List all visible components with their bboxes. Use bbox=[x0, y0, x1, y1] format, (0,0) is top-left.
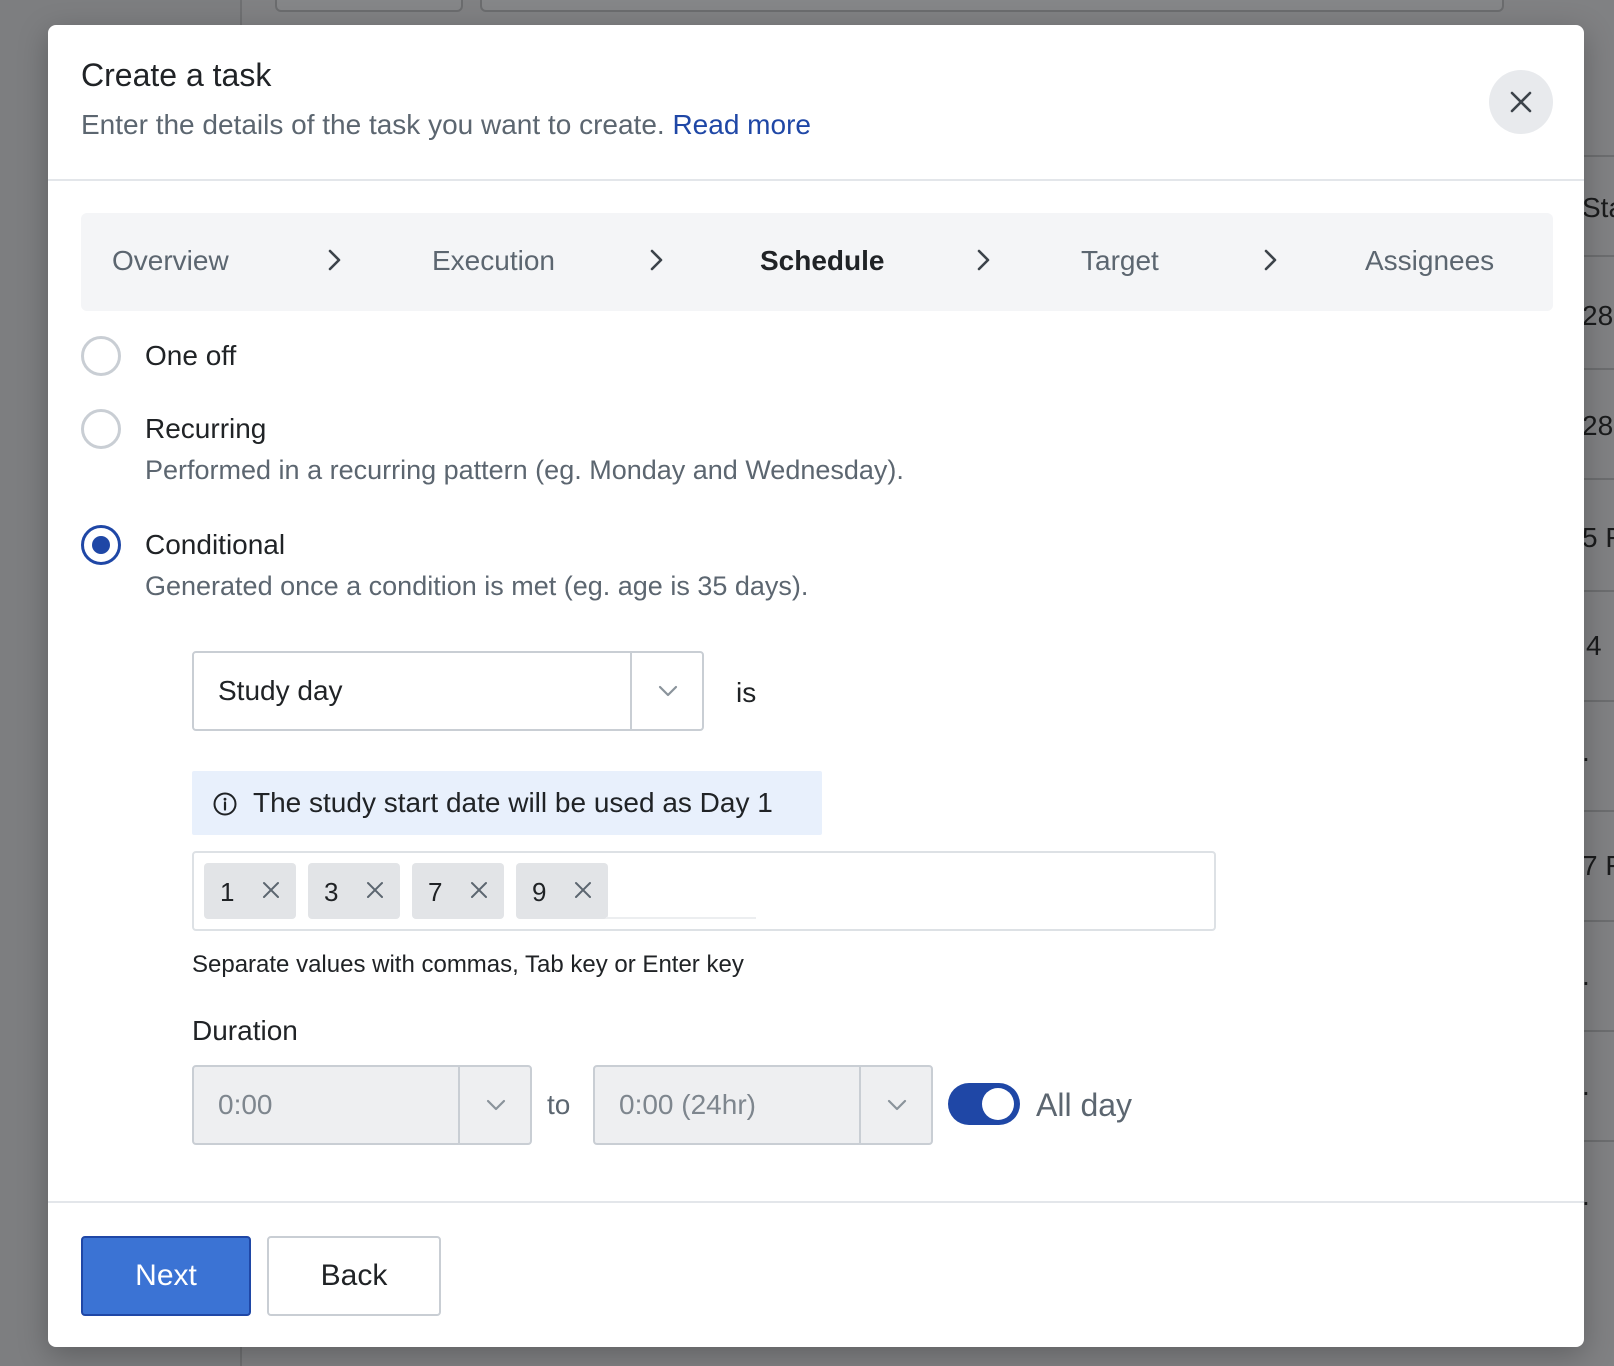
duration-to-label: to bbox=[547, 1089, 571, 1120]
background-divider bbox=[1582, 920, 1614, 922]
background-text: 28 bbox=[1582, 300, 1614, 331]
background-text: 5 F bbox=[1582, 522, 1614, 553]
background-divider bbox=[1582, 155, 1614, 157]
condition-operator: is bbox=[736, 677, 757, 708]
tag-text-entry[interactable] bbox=[606, 917, 756, 919]
chevron-down-icon bbox=[486, 1099, 506, 1111]
step-overview[interactable]: Overview bbox=[112, 245, 229, 277]
study-day-tags-input[interactable]: 1 3 7 9 bbox=[192, 851, 1216, 931]
select-divider bbox=[630, 653, 632, 729]
step-navigator: Overview Execution Schedule Target Assig… bbox=[81, 213, 1553, 311]
condition-field-value: Study day bbox=[218, 675, 343, 706]
close-icon[interactable] bbox=[468, 879, 490, 901]
condition-field-select[interactable]: Study day bbox=[192, 651, 704, 731]
chevron-down-icon bbox=[887, 1099, 907, 1111]
background-field bbox=[480, 0, 1504, 12]
tag-chip: 9 bbox=[516, 863, 608, 919]
recurring-radio[interactable] bbox=[81, 409, 121, 449]
background-divider bbox=[1582, 1030, 1614, 1032]
duration-end-select[interactable]: 0:00 (24hr) bbox=[593, 1065, 933, 1145]
dialog-subtitle-text: Enter the details of the task you want t… bbox=[81, 109, 665, 140]
background-text: Sta bbox=[1582, 192, 1614, 223]
background-text: 28 bbox=[1582, 410, 1614, 441]
background-text: . bbox=[1582, 960, 1590, 991]
all-day-toggle[interactable] bbox=[948, 1083, 1020, 1125]
background-text: 4 bbox=[1586, 630, 1602, 661]
background-text: . bbox=[1582, 1180, 1590, 1211]
chevron-right-icon bbox=[328, 249, 341, 271]
close-button[interactable] bbox=[1489, 70, 1553, 134]
tag-value: 1 bbox=[220, 877, 235, 907]
tag-chip: 1 bbox=[204, 863, 296, 919]
conditional-radio[interactable] bbox=[81, 525, 121, 565]
chevron-right-icon bbox=[650, 249, 663, 271]
background-divider bbox=[1582, 810, 1614, 812]
background-divider bbox=[1582, 700, 1614, 702]
toggle-knob bbox=[982, 1088, 1014, 1120]
info-banner-text: The study start date will be used as Day… bbox=[253, 787, 773, 818]
background-divider bbox=[1582, 590, 1614, 592]
tag-value: 9 bbox=[532, 877, 547, 907]
background-text: . bbox=[1582, 736, 1590, 767]
tag-chip: 3 bbox=[308, 863, 400, 919]
one-off-label[interactable]: One off bbox=[145, 340, 236, 372]
background-text: . bbox=[1582, 1070, 1590, 1101]
select-divider bbox=[859, 1067, 861, 1143]
duration-start-select[interactable]: 0:00 bbox=[192, 1065, 532, 1145]
duration-end-value: 0:00 (24hr) bbox=[619, 1089, 756, 1120]
duration-start-value: 0:00 bbox=[218, 1089, 273, 1120]
dialog-footer: Next Back bbox=[48, 1201, 1584, 1347]
conditional-description: Generated once a condition is met (eg. a… bbox=[145, 571, 809, 601]
dialog-header: Create a task Enter the details of the t… bbox=[48, 25, 1584, 181]
background-divider bbox=[1582, 478, 1614, 480]
step-assignees[interactable]: Assignees bbox=[1365, 245, 1494, 277]
back-button[interactable]: Back bbox=[267, 1236, 441, 1316]
close-icon[interactable] bbox=[364, 879, 386, 901]
step-target[interactable]: Target bbox=[1081, 245, 1159, 277]
info-banner: The study start date will be used as Day… bbox=[192, 771, 822, 835]
tag-value: 7 bbox=[428, 877, 443, 907]
all-day-label[interactable]: All day bbox=[1036, 1087, 1132, 1124]
recurring-description: Performed in a recurring pattern (eg. Mo… bbox=[145, 455, 904, 485]
step-execution[interactable]: Execution bbox=[432, 245, 555, 277]
tag-chip: 7 bbox=[412, 863, 504, 919]
chevron-down-icon bbox=[658, 685, 678, 697]
duration-label: Duration bbox=[192, 1015, 298, 1046]
chevron-right-icon bbox=[1264, 249, 1277, 271]
background-divider bbox=[1582, 255, 1614, 257]
background-divider bbox=[1582, 368, 1614, 370]
recurring-label[interactable]: Recurring bbox=[145, 413, 266, 445]
close-icon bbox=[1510, 91, 1532, 113]
create-task-dialog: Create a task Enter the details of the t… bbox=[48, 25, 1584, 1347]
one-off-radio[interactable] bbox=[81, 336, 121, 376]
conditional-label[interactable]: Conditional bbox=[145, 529, 285, 561]
next-button[interactable]: Next bbox=[81, 1236, 251, 1316]
close-icon[interactable] bbox=[572, 879, 594, 901]
chevron-right-icon bbox=[977, 249, 990, 271]
select-divider bbox=[458, 1067, 460, 1143]
dialog-title: Create a task bbox=[81, 57, 272, 93]
info-icon bbox=[213, 792, 237, 816]
tag-value: 3 bbox=[324, 877, 339, 907]
step-schedule[interactable]: Schedule bbox=[760, 245, 884, 277]
background-divider bbox=[1582, 1140, 1614, 1142]
close-icon[interactable] bbox=[260, 879, 282, 901]
background-field bbox=[275, 0, 463, 12]
tags-hint: Separate values with commas, Tab key or … bbox=[192, 951, 744, 978]
read-more-link[interactable]: Read more bbox=[672, 109, 811, 140]
background-text: 7 F bbox=[1582, 850, 1614, 881]
dialog-subtitle: Enter the details of the task you want t… bbox=[81, 109, 811, 141]
